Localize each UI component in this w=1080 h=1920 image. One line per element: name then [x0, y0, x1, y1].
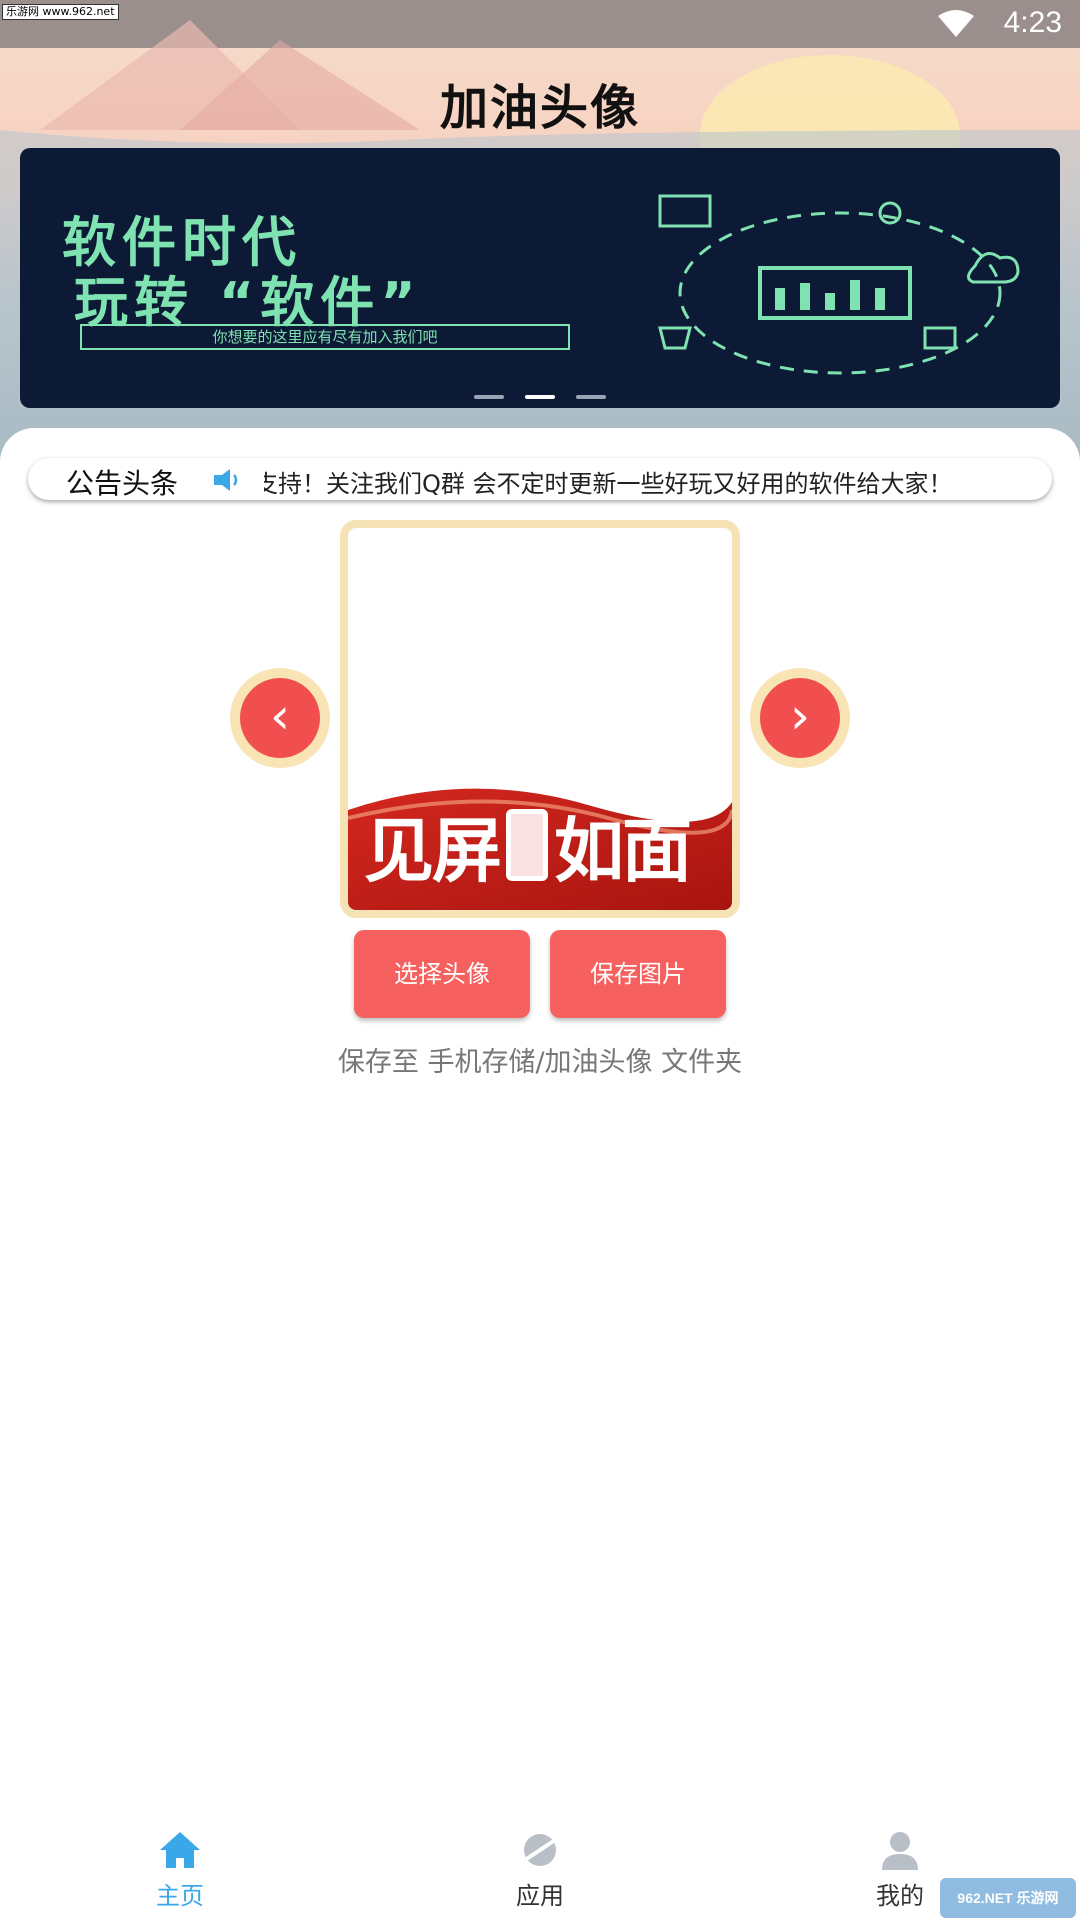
tab-apps-label: 应用 — [516, 1882, 564, 1910]
carousel-dot-active[interactable] — [525, 395, 555, 399]
banner-subtitle: 你想要的这里应有尽有加入我们吧 — [80, 324, 570, 350]
watermark-label: 乐游网 www.962.net — [2, 4, 119, 20]
frame-text-right: 如面 — [554, 809, 692, 892]
frame-overlay-text: 见屏 如面 — [364, 795, 692, 896]
wifi-icon — [938, 10, 974, 37]
choose-avatar-button[interactable]: 选择头像 — [354, 930, 530, 1018]
carousel-indicator — [20, 384, 1060, 403]
carousel-dot[interactable] — [576, 395, 607, 399]
notice-marquee: 支持！关注我们Q群 会不定时更新一些好玩又好用的软件给大家！ — [264, 458, 1044, 500]
tech-illustration-icon — [658, 194, 1020, 375]
tab-home[interactable]: 主页 — [100, 1830, 260, 1911]
next-frame-button[interactable]: › — [750, 668, 850, 768]
avatar-frame-preview: 见屏 如面 — [340, 520, 740, 918]
corner-watermark: 962.NET 乐游网 — [940, 1878, 1076, 1918]
banner-carousel[interactable]: 软件时代 玩转 “软件” 你想要的这里应有尽有加入我们吧 — [20, 148, 1060, 408]
save-path-hint: 保存至 手机存储/加油头像 文件夹 — [337, 1047, 743, 1078]
user-icon — [882, 1832, 918, 1870]
tab-apps[interactable]: 应用 — [460, 1830, 620, 1911]
prev-frame-button[interactable]: ‹ — [230, 668, 330, 768]
carousel-dot[interactable] — [473, 395, 504, 399]
home-icon — [160, 1832, 200, 1868]
chevron-right-icon: › — [760, 678, 840, 758]
notice-text: 支持！关注我们Q群 会不定时更新一些好玩又好用的软件给大家！ — [264, 470, 953, 498]
notice-title: 公告头条 — [66, 467, 179, 500]
phone-icon — [506, 809, 548, 881]
bottom-tab-bar: 主页 应用 我的 — [0, 1820, 1080, 1920]
save-image-button[interactable]: 保存图片 — [550, 930, 726, 1018]
status-time: 4:23 — [1003, 6, 1062, 39]
speaker-icon — [214, 469, 238, 491]
status-bar: 乐游网 www.962.net 4:23 — [0, 0, 1080, 48]
tab-home-label: 主页 — [156, 1882, 204, 1910]
planet-icon — [520, 1834, 560, 1866]
chevron-left-icon: ‹ — [240, 678, 320, 758]
notice-bar[interactable]: 公告头条 支持！关注我们Q群 会不定时更新一些好玩又好用的软件给大家！ — [28, 458, 1052, 500]
frame-text-left: 见屏 — [364, 809, 502, 892]
page-title: 加油头像 — [439, 80, 640, 136]
